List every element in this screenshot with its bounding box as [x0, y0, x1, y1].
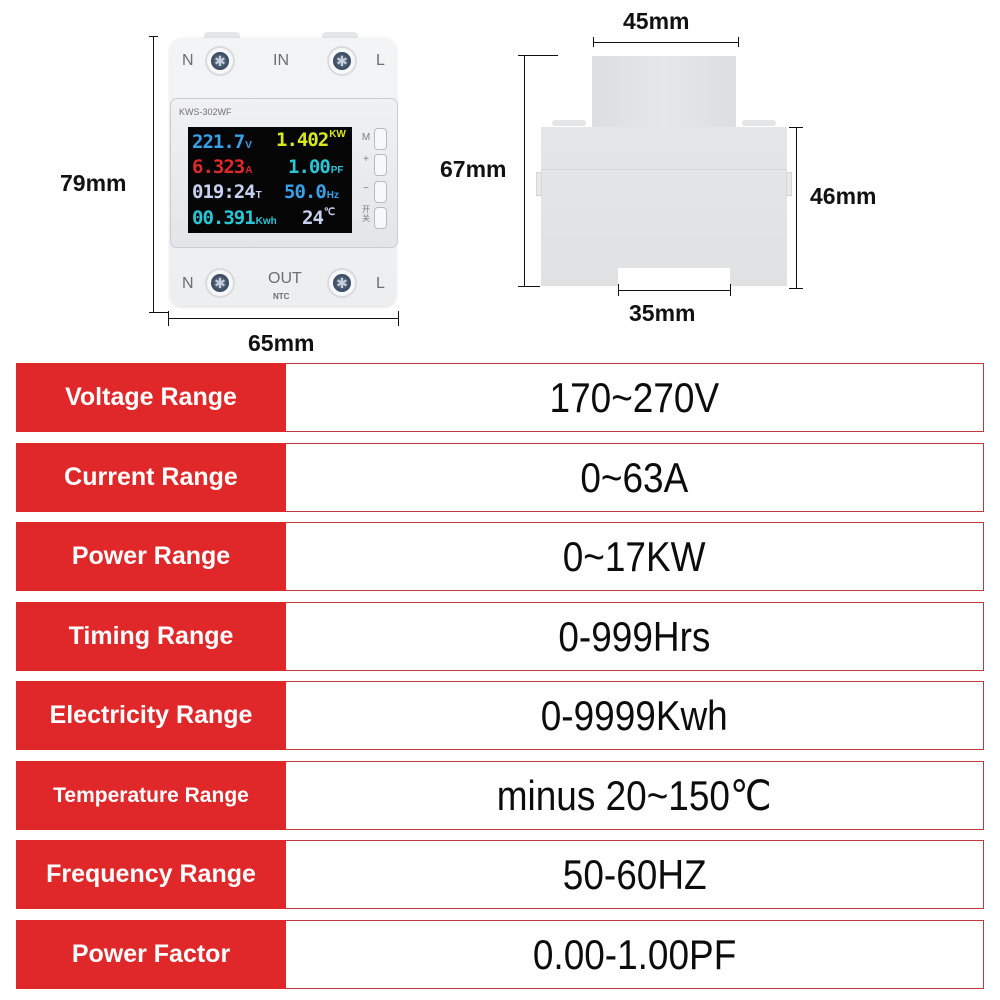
- top-width-line: [593, 42, 738, 43]
- spec-row-frequency: Frequency Range 50-60HZ: [16, 840, 984, 909]
- time-reading: 019:24T: [192, 181, 262, 203]
- side-clip-left: [536, 172, 542, 196]
- spec-value: 0~17KW: [286, 522, 984, 591]
- spec-label: Power Range: [16, 522, 286, 591]
- side-terminal-bump: [552, 120, 586, 126]
- spec-row-temperature: Temperature Range minus 20~150℃: [16, 761, 984, 830]
- front-width-label: 65mm: [248, 330, 315, 356]
- spec-label: Timing Range: [16, 602, 286, 671]
- button-label-m: M: [361, 132, 371, 143]
- energy-reading: 00.391Kwh: [192, 207, 277, 229]
- rail-width-label: 35mm: [629, 300, 696, 326]
- spec-row-power: Power Range 0~17KW: [16, 522, 984, 591]
- spec-label: Voltage Range: [16, 363, 286, 432]
- button-label-switch: 开关: [362, 205, 370, 223]
- spec-row-timing: Timing Range 0-999Hrs: [16, 602, 984, 671]
- total-height-line: [524, 55, 525, 286]
- button-label-minus: −: [363, 183, 369, 194]
- body-height-label: 46mm: [810, 183, 877, 209]
- top-width-cap-right: [738, 37, 739, 47]
- terminal-label-l-in: L: [376, 52, 385, 69]
- front-panel: KWS-302WF 221.7V 1.402KW 6.323A 1.00PF 0…: [170, 98, 398, 248]
- height-dimension-line: [153, 36, 154, 313]
- plus-button[interactable]: [374, 154, 387, 176]
- minus-button[interactable]: [374, 181, 387, 203]
- spec-value: 0-9999Kwh: [286, 681, 984, 750]
- top-width-cap-left: [593, 37, 594, 47]
- terminal-label-n-out: N: [182, 275, 194, 292]
- model-label: KWS-302WF: [179, 107, 232, 117]
- switch-button[interactable]: [374, 207, 387, 229]
- screw-icon: [327, 46, 357, 76]
- rail-width-line: [618, 290, 730, 291]
- body-height-cap-bottom: [789, 288, 803, 289]
- height-dimension-cap-bottom: [149, 312, 169, 313]
- spec-row-power-factor: Power Factor 0.00-1.00PF: [16, 920, 984, 989]
- spec-row-voltage: Voltage Range 170~270V: [16, 363, 984, 432]
- side-top-block: [592, 56, 736, 130]
- rail-width-cap-right: [730, 284, 731, 296]
- total-height-cap-bottom: [518, 286, 540, 287]
- top-width-label: 45mm: [623, 8, 690, 34]
- total-height-label: 67mm: [440, 156, 507, 182]
- frequency-reading: 50.0Hz: [284, 181, 339, 203]
- front-height-label: 79mm: [60, 170, 127, 196]
- width-dimension-cap-left: [168, 311, 169, 326]
- terminal-label-ntc: NTC: [273, 292, 290, 301]
- spec-value: minus 20~150℃: [286, 761, 984, 830]
- screw-icon: [205, 46, 235, 76]
- spec-value: 50-60HZ: [286, 840, 984, 909]
- height-dimension-cap-top: [149, 36, 158, 37]
- spec-label: Frequency Range: [16, 840, 286, 909]
- voltage-reading: 221.7V: [192, 131, 252, 153]
- din-rail-notch: [618, 268, 730, 286]
- temperature-reading: 24℃: [302, 207, 336, 229]
- terminal-label-in: IN: [273, 52, 289, 69]
- spec-value: 0-999Hrs: [286, 602, 984, 671]
- spec-value: 0.00-1.00PF: [286, 920, 984, 989]
- spec-label: Temperature Range: [16, 761, 286, 830]
- terminal-label-n-in: N: [182, 52, 194, 69]
- side-clip-right: [786, 172, 792, 196]
- terminal-label-l-out: L: [376, 275, 385, 292]
- spec-row-current: Current Range 0~63A: [16, 443, 984, 512]
- current-reading: 6.323A: [192, 156, 253, 178]
- screw-icon: [327, 268, 357, 298]
- side-seam: [541, 169, 787, 170]
- spec-value: 0~63A: [286, 443, 984, 512]
- spec-label: Electricity Range: [16, 681, 286, 750]
- body-height-line: [796, 127, 797, 288]
- body-height-cap-top: [789, 127, 803, 128]
- terminal-label-out: OUT: [268, 270, 302, 287]
- width-dimension-line: [168, 318, 399, 319]
- total-height-cap-top: [518, 55, 558, 56]
- width-dimension-cap-right: [398, 311, 399, 326]
- side-terminal-bump: [742, 120, 776, 126]
- spec-row-electricity: Electricity Range 0-9999Kwh: [16, 681, 984, 750]
- screw-icon: [205, 268, 235, 298]
- side-body: [541, 127, 787, 286]
- spec-label: Power Factor: [16, 920, 286, 989]
- menu-button[interactable]: [374, 128, 387, 150]
- lcd-display: 221.7V 1.402KW 6.323A 1.00PF 019:24T 50.…: [188, 127, 352, 233]
- spec-value: 170~270V: [286, 363, 984, 432]
- spec-label: Current Range: [16, 443, 286, 512]
- rail-width-cap-left: [618, 284, 619, 296]
- power-reading: 1.402KW: [276, 129, 346, 151]
- power-factor-reading: 1.00PF: [288, 156, 344, 178]
- button-label-plus: +: [363, 154, 369, 165]
